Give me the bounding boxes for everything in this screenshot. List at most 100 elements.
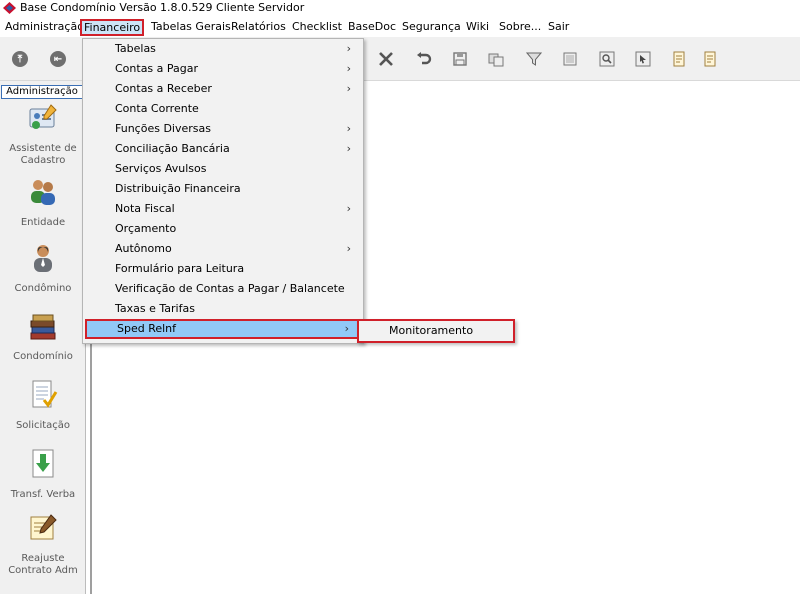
menu-item-distribuicao-financeira[interactable]: Distribuição Financeira	[85, 179, 361, 199]
books-stack-icon	[30, 314, 56, 340]
menu-item-conta-corrente[interactable]: Conta Corrente	[85, 99, 361, 119]
search-icon	[599, 51, 615, 67]
download-document-icon	[32, 449, 54, 478]
sidebar-item-assistente-de-cadastro[interactable]: Assistente de Cadastro	[0, 103, 86, 167]
menu-item-label: Verificação de Contas a Pagar / Balancet…	[115, 282, 345, 295]
menu-wiki[interactable]: Wiki	[464, 19, 491, 36]
sidebar-item-label: Condomínio	[13, 351, 73, 362]
menu-seguranca[interactable]: Segurança	[400, 19, 463, 36]
menu-item-label: Serviços Avulsos	[115, 162, 207, 175]
sidebar-item-label: Assistente de Cadastro	[9, 143, 77, 166]
menu-item-verificacao-de-contas[interactable]: Verificação de Contas a Pagar / Balancet…	[85, 279, 361, 299]
menu-item-nota-fiscal[interactable]: Nota Fiscal ›	[85, 199, 361, 219]
contract-edit-icon	[30, 514, 57, 540]
chevron-right-icon: ›	[346, 42, 351, 55]
undo-icon	[417, 52, 432, 65]
save-icon	[453, 52, 467, 66]
print-preview-button[interactable]	[700, 49, 720, 69]
sidebar-item-condominio[interactable]: Condomínio	[0, 311, 86, 363]
save-button[interactable]	[450, 49, 470, 69]
menu-item-tabelas[interactable]: Tabelas ›	[85, 39, 361, 59]
menu-item-monitoramento[interactable]: Monitoramento	[389, 324, 473, 337]
menu-item-label: Orçamento	[115, 222, 177, 235]
menu-bar: Administração Financeiro Tabelas Gerais …	[0, 17, 800, 37]
app-logo-icon	[3, 2, 16, 14]
menu-item-contas-a-receber[interactable]: Contas a Receber ›	[85, 79, 361, 99]
previous-record-button[interactable]: ⇤	[48, 49, 68, 69]
sidebar-item-transf-verba[interactable]: Transf. Verba	[0, 449, 86, 501]
menu-tabelas-gerais[interactable]: Tabelas Gerais	[149, 19, 233, 36]
previous-record-icon: ⇤	[50, 51, 66, 67]
window-icon	[563, 52, 577, 66]
sidebar-item-reajuste-contrato-adm[interactable]: Reajuste Contrato Adm	[0, 513, 86, 577]
menu-item-conciliacao-bancaria[interactable]: Conciliação Bancária ›	[85, 139, 361, 159]
menu-item-label: Contas a Receber	[115, 82, 212, 95]
cursor-icon	[635, 51, 651, 67]
menu-financeiro[interactable]: Financeiro	[80, 19, 145, 36]
menu-item-label: Nota Fiscal	[115, 202, 175, 215]
first-record-icon: ⤒	[12, 51, 28, 67]
document-icon	[704, 51, 716, 67]
menu-item-label: Conciliação Bancária	[115, 142, 230, 155]
menu-basedoc[interactable]: BaseDoc	[346, 19, 398, 36]
filter-icon	[526, 52, 542, 66]
menu-item-contas-a-pagar[interactable]: Contas a Pagar ›	[85, 59, 361, 79]
sidebar-item-label: Reajuste Contrato Adm	[8, 553, 78, 576]
document-icon	[673, 51, 685, 67]
chevron-right-icon: ›	[346, 62, 351, 75]
chevron-right-icon: ›	[346, 122, 351, 135]
menu-item-label: Contas a Pagar	[115, 62, 199, 75]
menu-administracao[interactable]: Administração	[3, 19, 86, 36]
menu-item-orcamento[interactable]: Orçamento	[85, 219, 361, 239]
sidebar-item-solicitacao[interactable]: Solicitação	[0, 380, 86, 432]
sidebar-item-label: Solicitação	[15, 420, 71, 431]
users-group-icon	[31, 180, 55, 205]
chevron-right-icon: ›	[346, 202, 351, 215]
sidebar-item-label: Condômino	[14, 283, 72, 294]
user-icon	[34, 245, 52, 272]
chevron-right-icon: ›	[346, 82, 351, 95]
menu-item-formulario-para-leitura[interactable]: Formulário para Leitura	[85, 259, 361, 279]
title-bar: Base Condomínio Versão 1.8.0.529 Cliente…	[0, 0, 800, 17]
menu-item-label: Formulário para Leitura	[115, 262, 245, 275]
sidebar-item-entidade[interactable]: Entidade	[0, 177, 86, 229]
undo-button[interactable]	[414, 49, 434, 69]
sidebar-item-condomino[interactable]: Condômino	[0, 243, 86, 295]
menu-item-label: Funções Diversas	[115, 122, 211, 135]
sidebar: Administração Assistente de Cadastro Ent…	[0, 81, 86, 594]
menu-item-label: Taxas e Tarifas	[115, 302, 195, 315]
menu-item-label: Tabelas	[115, 42, 156, 55]
menu-item-sped-relnf[interactable]: Sped Relnf ›	[85, 319, 361, 339]
sidebar-tab-administracao[interactable]: Administração	[1, 85, 83, 99]
close-icon	[379, 52, 393, 66]
menu-item-taxas-e-tarifas[interactable]: Taxas e Tarifas	[85, 299, 361, 319]
report-button[interactable]	[669, 49, 689, 69]
grid-button[interactable]	[560, 49, 580, 69]
menu-item-servicos-avulsos[interactable]: Serviços Avulsos	[85, 159, 361, 179]
search-button[interactable]	[597, 49, 617, 69]
menu-checklist[interactable]: Checklist	[290, 19, 344, 36]
chevron-right-icon: ›	[344, 322, 349, 335]
menu-item-label: Autônomo	[115, 242, 172, 255]
menu-relatorios[interactable]: Relatórios	[229, 19, 288, 36]
registration-wizard-icon	[29, 104, 57, 129]
sidebar-item-label: Transf. Verba	[10, 489, 76, 500]
chevron-right-icon: ›	[346, 142, 351, 155]
menu-item-funcoes-diversas[interactable]: Funções Diversas ›	[85, 119, 361, 139]
window-title: Base Condomínio Versão 1.8.0.529 Cliente…	[20, 1, 305, 14]
menu-item-autonomo[interactable]: Autônomo ›	[85, 239, 361, 259]
financeiro-dropdown-menu: Tabelas › Contas a Pagar › Contas a Recebe…	[82, 38, 364, 344]
sped-relnf-submenu: Monitoramento	[357, 319, 515, 343]
menu-item-label: Distribuição Financeira	[115, 182, 241, 195]
menu-item-label: Conta Corrente	[115, 102, 199, 115]
checklist-icon	[32, 380, 58, 408]
copy-icon	[488, 53, 504, 67]
menu-sair[interactable]: Sair	[546, 19, 571, 36]
menu-sobre[interactable]: Sobre...	[497, 19, 543, 36]
chevron-right-icon: ›	[346, 242, 351, 255]
locate-button[interactable]	[633, 49, 653, 69]
copy-button[interactable]	[486, 49, 506, 69]
cancel-button[interactable]	[376, 49, 396, 69]
first-record-button[interactable]: ⤒	[10, 49, 30, 69]
filter-button[interactable]	[524, 49, 544, 69]
